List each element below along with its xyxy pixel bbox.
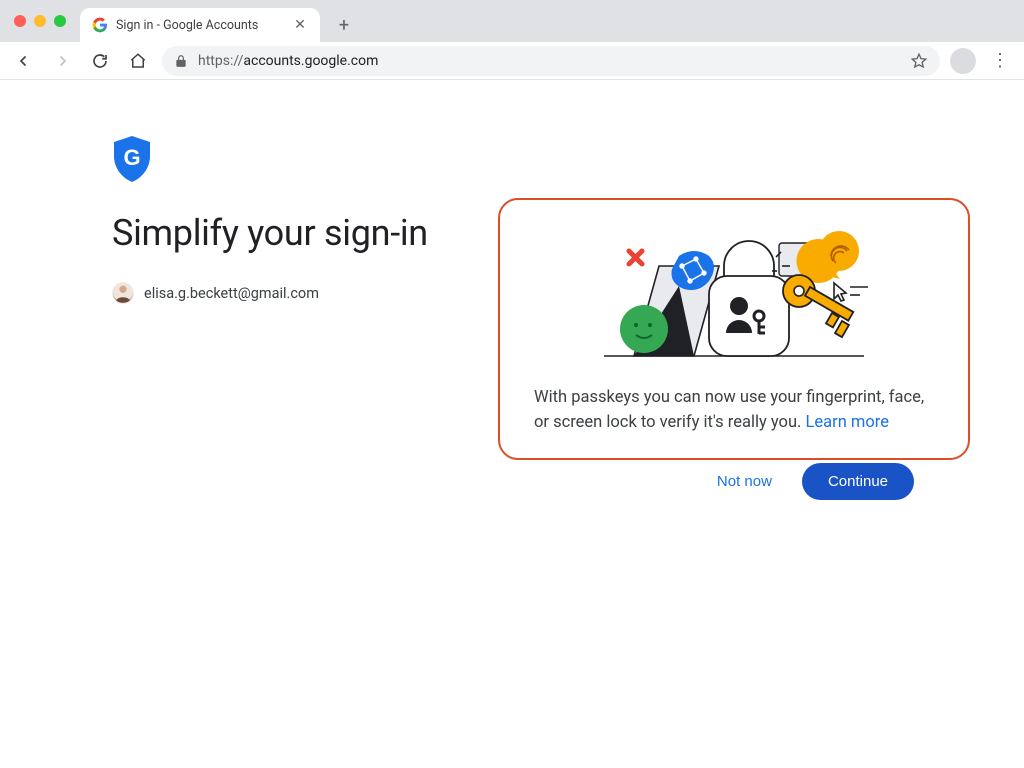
passkey-illustration xyxy=(534,218,934,368)
url-scheme: https:// xyxy=(198,53,243,69)
url-host: accounts.google.com xyxy=(243,53,378,69)
window-minimize-button[interactable] xyxy=(34,15,46,27)
profile-avatar-button[interactable] xyxy=(950,48,976,74)
browser-toolbar: https://accounts.google.com ⋮ xyxy=(0,42,1024,80)
new-tab-button[interactable]: + xyxy=(330,11,358,39)
lock-icon xyxy=(174,54,188,68)
close-tab-icon[interactable]: ✕ xyxy=(292,17,308,33)
svg-text:G: G xyxy=(123,145,140,170)
browser-tab-title: Sign in - Google Accounts xyxy=(116,18,284,33)
window-maximize-button[interactable] xyxy=(54,15,66,27)
not-now-button[interactable]: Not now xyxy=(705,463,784,500)
account-email: elisa.g.beckett@gmail.com xyxy=(144,285,319,302)
reload-button[interactable] xyxy=(86,47,114,75)
avatar xyxy=(112,282,134,304)
window-close-button[interactable] xyxy=(14,15,26,27)
browser-tab-active[interactable]: Sign in - Google Accounts ✕ xyxy=(80,8,320,42)
browser-tab-strip: Sign in - Google Accounts ✕ + xyxy=(0,0,1024,42)
forward-button[interactable] xyxy=(48,47,76,75)
browser-menu-button[interactable]: ⋮ xyxy=(986,47,1014,75)
learn-more-link[interactable]: Learn more xyxy=(806,413,889,432)
passkey-info-card: With passkeys you can now use your finge… xyxy=(498,198,970,460)
window-controls xyxy=(0,0,80,42)
google-favicon-icon xyxy=(92,17,108,33)
bookmark-star-icon[interactable] xyxy=(910,52,928,70)
address-bar[interactable]: https://accounts.google.com xyxy=(162,46,940,76)
url-text: https://accounts.google.com xyxy=(198,53,900,69)
passkey-description: With passkeys you can now use your finge… xyxy=(534,386,934,436)
back-button[interactable] xyxy=(10,47,38,75)
google-shield-icon: G xyxy=(112,136,912,186)
home-button[interactable] xyxy=(124,47,152,75)
action-row: Not now Continue xyxy=(498,463,970,500)
continue-button[interactable]: Continue xyxy=(802,463,914,500)
